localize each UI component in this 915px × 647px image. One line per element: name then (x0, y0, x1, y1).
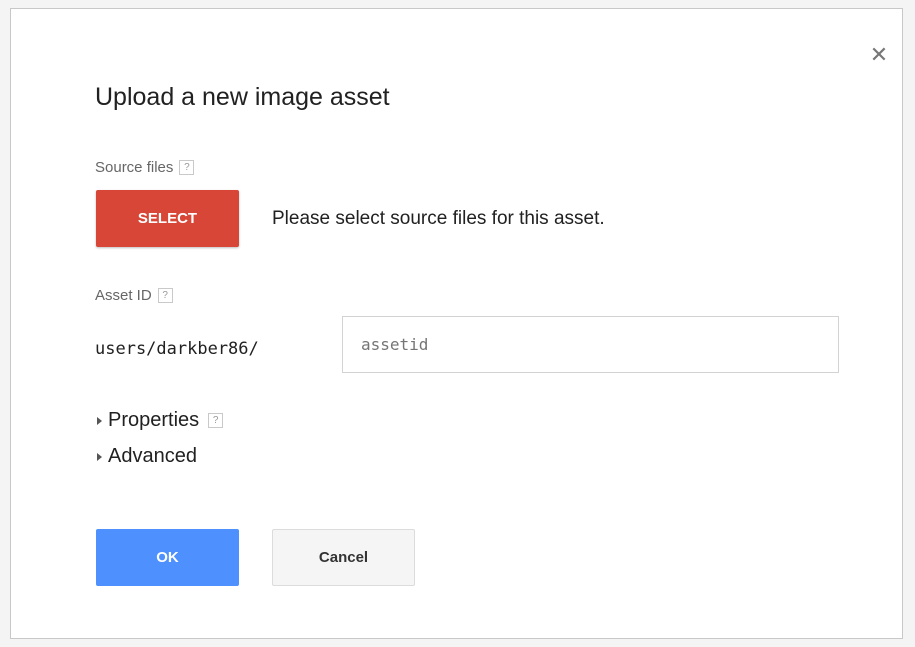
advanced-label: Advanced (108, 445, 197, 467)
close-icon[interactable]: ✕ (866, 43, 892, 69)
asset-id-prefix: users/darkber86/ (95, 339, 259, 359)
properties-expander[interactable]: Properties ? (97, 409, 224, 432)
asset-id-label: Asset ID (95, 287, 152, 304)
help-icon[interactable]: ? (208, 413, 224, 428)
source-files-message: Please select source files for this asse… (272, 208, 605, 229)
source-files-label-row: Source files ? (95, 159, 195, 176)
ok-button[interactable]: OK (96, 529, 239, 586)
triangle-right-icon (97, 452, 102, 461)
asset-id-input[interactable] (342, 316, 839, 373)
advanced-expander[interactable]: Advanced (97, 445, 197, 468)
asset-id-label-row: Asset ID ? (95, 287, 173, 304)
source-files-label: Source files (95, 159, 174, 176)
properties-label: Properties (108, 409, 200, 431)
dialog-title: Upload a new image asset (95, 83, 390, 111)
help-icon[interactable]: ? (157, 288, 173, 303)
cancel-button[interactable]: Cancel (272, 529, 415, 586)
page: ✕ Upload a new image asset Source files … (0, 0, 915, 647)
upload-dialog: ✕ Upload a new image asset Source files … (10, 8, 903, 639)
help-icon[interactable]: ? (179, 160, 195, 175)
triangle-right-icon (97, 416, 102, 425)
select-button[interactable]: SELECT (96, 190, 239, 247)
